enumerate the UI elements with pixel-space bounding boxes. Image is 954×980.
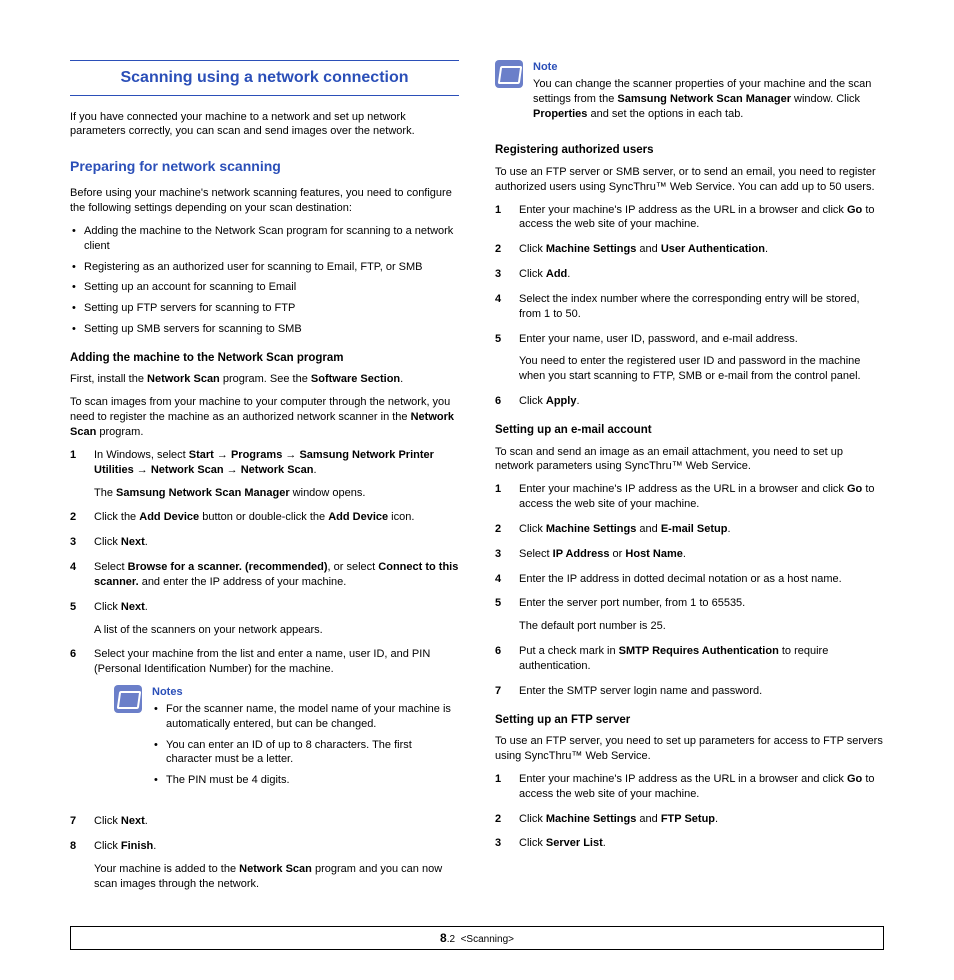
page-columns: Scanning using a network connection If y…: [70, 60, 884, 902]
registering-steps: Enter your machine's IP address as the U…: [495, 203, 884, 409]
intro-text: If you have connected your machine to a …: [70, 110, 459, 140]
notes-title: Notes: [152, 685, 459, 700]
step-item: Enter your machine's IP address as the U…: [495, 482, 884, 512]
adding-machine-title: Adding the machine to the Network Scan p…: [70, 351, 459, 367]
note-item: For the scanner name, the model name of …: [166, 702, 459, 732]
step-item: Click Machine Settings and User Authenti…: [495, 242, 884, 257]
step-item: Select Browse for a scanner. (recommende…: [70, 560, 459, 590]
step-item: Enter your name, user ID, password, and …: [495, 332, 884, 385]
page-footer: 8.2 <Scanning>: [70, 926, 884, 951]
ftp-title: Setting up an FTP server: [495, 713, 884, 729]
step-item: Click Next. A list of the scanners on yo…: [70, 600, 459, 638]
step-item: Enter the server port number, from 1 to …: [495, 596, 884, 634]
step-item: Enter your machine's IP address as the U…: [495, 203, 884, 233]
step-item: Click Next.: [70, 535, 459, 550]
left-column: Scanning using a network connection If y…: [70, 60, 459, 902]
list-item: Adding the machine to the Network Scan p…: [84, 224, 459, 254]
step-item: Click Finish. Your machine is added to t…: [70, 839, 459, 892]
note-item: The PIN must be 4 digits.: [166, 773, 459, 788]
page-number: .2: [447, 934, 455, 945]
note-item: You can enter an ID of up to 8 character…: [166, 738, 459, 768]
ftp-steps: Enter your machine's IP address as the U…: [495, 772, 884, 851]
preparing-intro: Before using your machine's network scan…: [70, 186, 459, 216]
adding-steps: In Windows, select Start → Programs → Sa…: [70, 448, 459, 892]
list-item: Setting up an account for scanning to Em…: [84, 280, 459, 295]
step-item: Enter the SMTP server login name and pas…: [495, 684, 884, 699]
adding-p2: To scan images from your machine to your…: [70, 395, 459, 440]
preparing-title: Preparing for network scanning: [70, 157, 459, 176]
step-item: Enter your machine's IP address as the U…: [495, 772, 884, 802]
step-item: Click Next.: [70, 814, 459, 829]
adding-p1: First, install the Network Scan program.…: [70, 372, 459, 387]
chapter-number: 8: [440, 931, 447, 945]
prep-bullet-list: Adding the machine to the Network Scan p…: [70, 224, 459, 337]
right-column: Note You can change the scanner properti…: [495, 60, 884, 902]
step-item: Select your machine from the list and en…: [70, 647, 459, 804]
note-title: Note: [533, 60, 884, 75]
footer-label: <Scanning>: [461, 934, 514, 945]
note-text: You can change the scanner properties of…: [533, 77, 884, 122]
list-item: Registering as an authorized user for sc…: [84, 260, 459, 275]
notes-block: Notes For the scanner name, the model na…: [114, 685, 459, 794]
list-item: Setting up SMB servers for scanning to S…: [84, 322, 459, 337]
email-intro: To scan and send an image as an email at…: [495, 445, 884, 475]
step-item: Click Server List.: [495, 836, 884, 851]
list-item: Setting up FTP servers for scanning to F…: [84, 301, 459, 316]
step-item: Select the index number where the corres…: [495, 292, 884, 322]
step-item: Click Apply.: [495, 394, 884, 409]
section-title: Scanning using a network connection: [70, 60, 459, 96]
step-item: Click Machine Settings and FTP Setup.: [495, 812, 884, 827]
step-item: Click Add.: [495, 267, 884, 282]
email-steps: Enter your machine's IP address as the U…: [495, 482, 884, 698]
step-item: Select IP Address or Host Name.: [495, 547, 884, 562]
registering-intro: To use an FTP server or SMB server, or t…: [495, 165, 884, 195]
registering-title: Registering authorized users: [495, 143, 884, 159]
step-item: Click Machine Settings and E-mail Setup.: [495, 522, 884, 537]
email-title: Setting up an e-mail account: [495, 423, 884, 439]
step-item: Enter the IP address in dotted decimal n…: [495, 572, 884, 587]
ftp-intro: To use an FTP server, you need to set up…: [495, 734, 884, 764]
step-item: In Windows, select Start → Programs → Sa…: [70, 448, 459, 501]
top-note-block: Note You can change the scanner properti…: [495, 60, 884, 129]
note-icon: [495, 60, 523, 88]
step-item: Put a check mark in SMTP Requires Authen…: [495, 644, 884, 674]
step-item: Click the Add Device button or double-cl…: [70, 510, 459, 525]
note-icon: [114, 685, 142, 713]
